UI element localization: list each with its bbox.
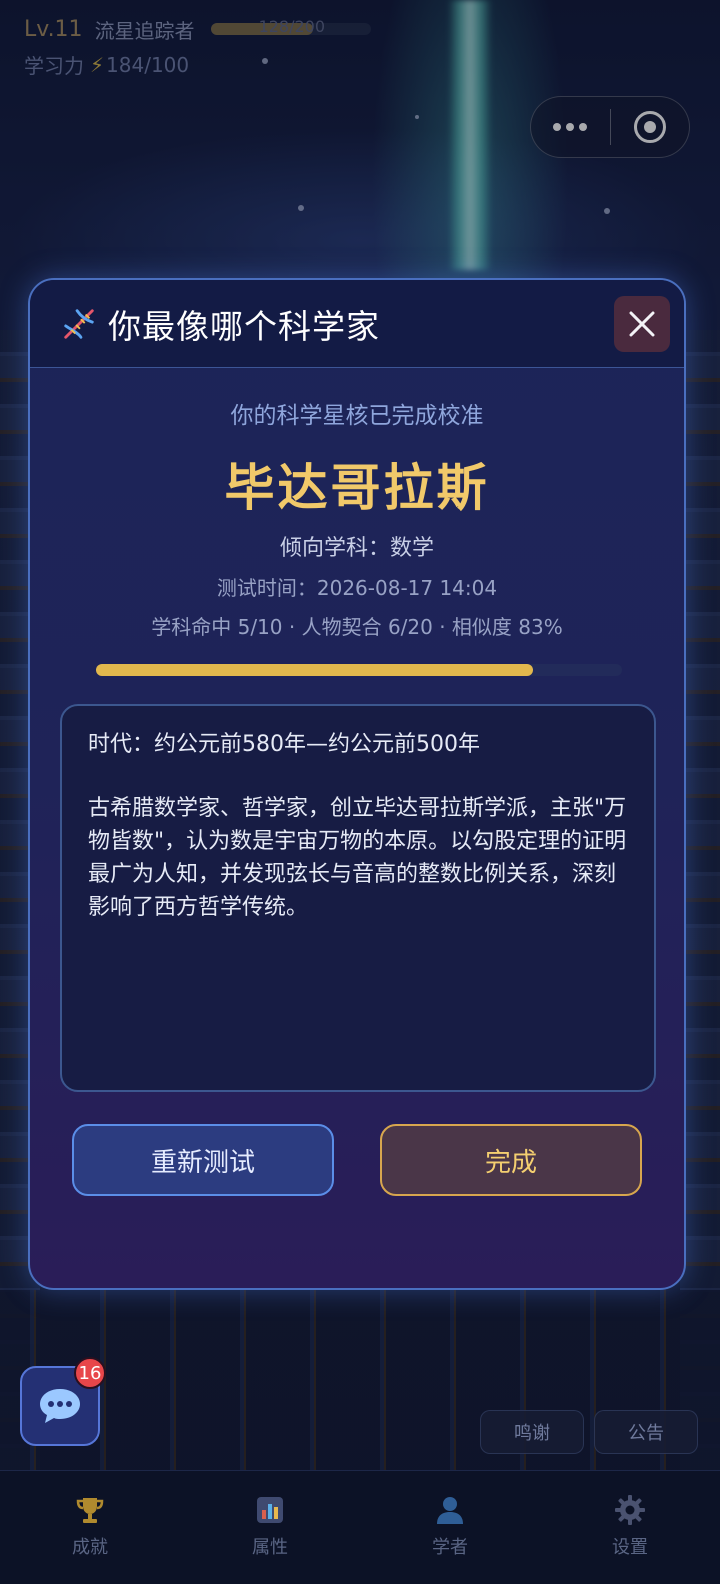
done-button[interactable]: 完成 bbox=[380, 1124, 642, 1196]
modal-title: 你最像哪个科学家 bbox=[108, 306, 380, 346]
retest-button[interactable]: 重新测试 bbox=[72, 1124, 334, 1196]
tab-label: 成就 bbox=[72, 1537, 108, 1558]
modal-header: 你最像哪个科学家 bbox=[30, 280, 684, 368]
gear-icon bbox=[613, 1493, 647, 1527]
bottom-tab-bar: 成就 属性 学者 设置 bbox=[0, 1470, 720, 1584]
bar-chart-icon bbox=[253, 1493, 287, 1527]
preferred-subject: 倾向学科：数学 bbox=[279, 536, 434, 561]
description-panel: 时代：约公元前580年—约公元前500年 古希腊数学家、哲学家，创立毕达哥拉斯学… bbox=[60, 704, 656, 1092]
person-icon bbox=[433, 1493, 467, 1527]
match-stats: 学科命中 5/10 · 人物契合 6/20 · 相似度 83% bbox=[151, 615, 563, 639]
thanks-button[interactable]: 鸣谢 bbox=[480, 1410, 584, 1454]
description-text: 古希腊数学家、哲学家，创立毕达哥拉斯学派，主张"万物皆数"，认为数是宇宙万物的本… bbox=[88, 796, 627, 920]
similarity-progress-bar bbox=[96, 664, 622, 676]
result-modal: 你最像哪个科学家 你的科学星核已完成校准 毕达哥拉斯 倾向学科：数学 测试时间：… bbox=[28, 278, 686, 1290]
calibration-subtitle: 你的科学星核已完成校准 bbox=[230, 403, 484, 429]
unread-badge: 16 bbox=[74, 1357, 106, 1389]
notice-button[interactable]: 公告 bbox=[594, 1410, 698, 1454]
similarity-progress-fill bbox=[96, 664, 533, 676]
era-text: 时代：约公元前580年—约公元前500年 bbox=[88, 732, 480, 757]
trophy-icon bbox=[73, 1493, 107, 1527]
tab-label: 学者 bbox=[432, 1537, 468, 1558]
tab-scholars[interactable]: 学者 bbox=[360, 1471, 540, 1584]
chat-bubble-icon bbox=[40, 1389, 80, 1423]
close-button[interactable] bbox=[614, 296, 670, 352]
close-icon bbox=[629, 311, 655, 337]
modal-actions: 重新测试 完成 bbox=[72, 1124, 684, 1196]
tab-settings[interactable]: 设置 bbox=[540, 1471, 720, 1584]
tab-achievements[interactable]: 成就 bbox=[0, 1471, 180, 1584]
scientist-name: 毕达哥拉斯 bbox=[224, 459, 490, 517]
tab-label: 属性 bbox=[252, 1537, 288, 1558]
dna-icon bbox=[64, 308, 94, 339]
tab-attributes[interactable]: 属性 bbox=[180, 1471, 360, 1584]
test-time: 测试时间：2026-08-17 14:04 bbox=[216, 576, 498, 600]
tab-label: 设置 bbox=[612, 1537, 648, 1558]
